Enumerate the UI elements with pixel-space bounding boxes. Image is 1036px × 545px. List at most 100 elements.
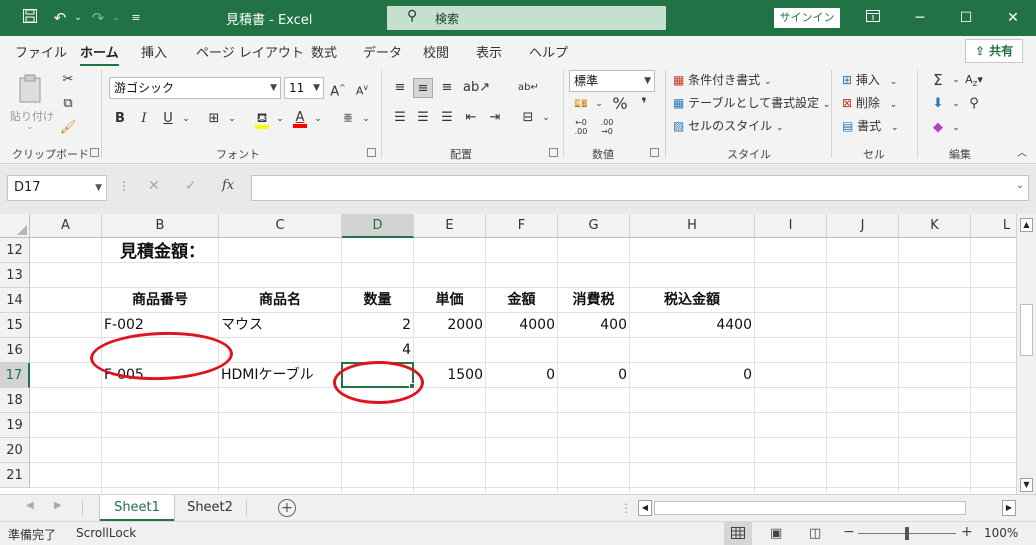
scroll-down-icon[interactable]: ▼ — [1020, 478, 1033, 492]
cell-d15[interactable]: 2 — [342, 313, 413, 338]
scroll-tabs-left-icon[interactable]: ◀ — [26, 500, 34, 511]
autosum-icon[interactable]: Σ — [928, 70, 948, 90]
column-header-c[interactable]: C — [219, 214, 342, 238]
normal-view-button[interactable] — [724, 522, 752, 545]
minimize-icon[interactable]: ─ — [897, 0, 943, 36]
tab-page-layout[interactable]: ページ レイアウト — [196, 42, 304, 61]
alignment-launcher-icon[interactable] — [549, 148, 558, 157]
percent-button[interactable]: % — [610, 94, 630, 114]
signin-button[interactable]: サインイン — [774, 8, 840, 28]
page-break-view-icon[interactable]: ◫ — [809, 526, 821, 541]
tab-insert[interactable]: 挿入 — [141, 42, 167, 61]
cell-h17[interactable]: 0 — [630, 363, 754, 388]
column-header-g[interactable]: G — [558, 214, 630, 238]
column-header-j[interactable]: J — [827, 214, 899, 238]
format-painter-icon[interactable]: 🖌 — [58, 118, 78, 138]
cell-f17[interactable]: 0 — [486, 363, 557, 388]
search-box[interactable]: ⚲ 検索 — [387, 6, 666, 30]
redo-dropdown-icon[interactable]: ⌄ — [106, 8, 126, 28]
currency-icon[interactable]: 💴 — [571, 94, 591, 114]
phonetic-dropdown-icon[interactable]: ⌄ — [356, 109, 376, 129]
sheet-tab-sheet2[interactable]: Sheet2 — [176, 495, 244, 521]
enter-icon[interactable]: ✓ — [185, 178, 197, 194]
fill-dropdown-icon[interactable]: ⌄ — [946, 94, 966, 114]
vertical-scrollbar[interactable]: ▲ ▼ — [1016, 214, 1036, 494]
tab-review[interactable]: 校閲 — [423, 42, 449, 61]
font-launcher-icon[interactable] — [367, 148, 376, 157]
column-header-l[interactable]: L — [971, 214, 1016, 238]
zoom-level[interactable]: 100% — [984, 526, 1018, 540]
row-header-16[interactable]: 16 — [0, 338, 30, 363]
column-header-i[interactable]: I — [755, 214, 827, 238]
undo-icon[interactable]: ↶ — [50, 8, 70, 28]
cell-e17[interactable]: 1500 — [414, 363, 485, 388]
fill-color-dropdown-icon[interactable]: ⌄ — [270, 109, 290, 129]
merge-dropdown-icon[interactable]: ⌄ — [536, 108, 556, 128]
worksheet-grid[interactable]: A B C D E F G H I J K L 12 13 14 15 16 1… — [0, 214, 1016, 494]
column-header-h[interactable]: H — [630, 214, 755, 238]
font-name-combo[interactable]: 游ゴシック ▼ — [109, 77, 281, 99]
cell-c14[interactable]: 商品名 — [219, 288, 341, 313]
cell-b14[interactable]: 商品番号 — [102, 288, 218, 313]
cell-g14[interactable]: 消費税 — [558, 288, 629, 313]
cell-h14[interactable]: 税込金額 — [630, 288, 754, 313]
row-header-14[interactable]: 14 — [0, 288, 30, 313]
maximize-icon[interactable]: ☐ — [943, 0, 989, 36]
tab-file[interactable]: ファイル — [15, 42, 67, 61]
tab-help[interactable]: ヘルプ — [529, 42, 568, 61]
undo-dropdown-icon[interactable]: ⌄ — [68, 8, 88, 28]
row-header-13[interactable]: 13 — [0, 263, 30, 288]
conditional-formatting-button[interactable]: ▦ 条件付き書式 ⌄ — [673, 71, 772, 91]
phonetic-guide-icon[interactable]: 亜 — [338, 109, 358, 129]
borders-icon[interactable]: ⊞ — [204, 109, 224, 129]
page-layout-view-icon[interactable]: ▣ — [770, 526, 782, 541]
column-header-k[interactable]: K — [899, 214, 971, 238]
row-header-19[interactable]: 19 — [0, 413, 30, 438]
autosum-dropdown-icon[interactable]: ⌄ — [946, 70, 966, 90]
row-header-20[interactable]: 20 — [0, 438, 30, 463]
row-header-17[interactable]: 17 — [0, 363, 30, 388]
insert-cells-button[interactable]: ⊞ 挿入 ⌄ — [842, 71, 897, 91]
align-left-icon[interactable]: ☰ — [390, 108, 410, 128]
tab-home[interactable]: ホーム — [80, 42, 119, 67]
cell-g15[interactable]: 400 — [558, 313, 629, 338]
scroll-up-icon[interactable]: ▲ — [1020, 218, 1033, 232]
fill-icon[interactable]: ⬇ — [928, 94, 948, 114]
merge-center-icon[interactable]: ⊟ — [518, 108, 538, 128]
borders-dropdown-icon[interactable]: ⌄ — [222, 109, 242, 129]
align-right-icon[interactable]: ☰ — [437, 108, 457, 128]
collapse-ribbon-icon[interactable]: ︿ — [1012, 144, 1032, 164]
font-color-dropdown-icon[interactable]: ⌄ — [308, 109, 328, 129]
zoom-out-icon[interactable]: − — [843, 524, 855, 540]
bold-button[interactable]: B — [110, 109, 130, 129]
decrease-font-size-icon[interactable]: Av — [352, 78, 372, 98]
ribbon-display-options-icon[interactable] — [850, 0, 896, 36]
decrease-decimal-icon[interactable]: .00 →0 — [597, 118, 617, 138]
sort-filter-icon[interactable]: AZ▾ — [964, 70, 984, 90]
column-header-a[interactable]: A — [30, 214, 102, 238]
align-center-icon[interactable]: ☰ — [413, 108, 433, 128]
align-top-icon[interactable]: ≡ — [390, 78, 410, 98]
share-button[interactable]: ⇪ 共有 — [965, 39, 1023, 63]
tab-view[interactable]: 表示 — [476, 42, 502, 61]
insert-function-button[interactable]: fx — [222, 178, 234, 193]
cell-h15[interactable]: 4400 — [630, 313, 754, 338]
sheet-tab-sheet1[interactable]: Sheet1 — [100, 495, 174, 521]
align-middle-icon[interactable]: ≡ — [413, 78, 433, 98]
cell-e14[interactable]: 単価 — [414, 288, 485, 313]
increase-font-size-icon[interactable]: A^ — [328, 78, 348, 99]
select-all-corner[interactable] — [0, 214, 30, 238]
italic-button[interactable]: I — [134, 109, 154, 129]
number-format-combo[interactable]: 標準 ▼ — [569, 70, 655, 92]
copy-icon[interactable]: ⧉ — [58, 94, 78, 114]
comma-button[interactable]: ❜ — [634, 94, 654, 114]
format-as-table-button[interactable]: ▦ テーブルとして書式設定 ⌄ — [673, 94, 830, 114]
horizontal-scrollbar[interactable]: ◀ ▶ — [638, 500, 1016, 516]
cell-f14[interactable]: 金額 — [486, 288, 557, 313]
currency-dropdown-icon[interactable]: ⌄ — [589, 94, 609, 114]
number-launcher-icon[interactable] — [650, 148, 659, 157]
fill-color-icon[interactable]: ⛾ — [252, 109, 272, 129]
delete-cells-button[interactable]: ⊠ 削除 ⌄ — [842, 94, 897, 114]
cell-b12[interactable]: 見積金額： — [118, 240, 207, 265]
column-header-e[interactable]: E — [414, 214, 486, 238]
